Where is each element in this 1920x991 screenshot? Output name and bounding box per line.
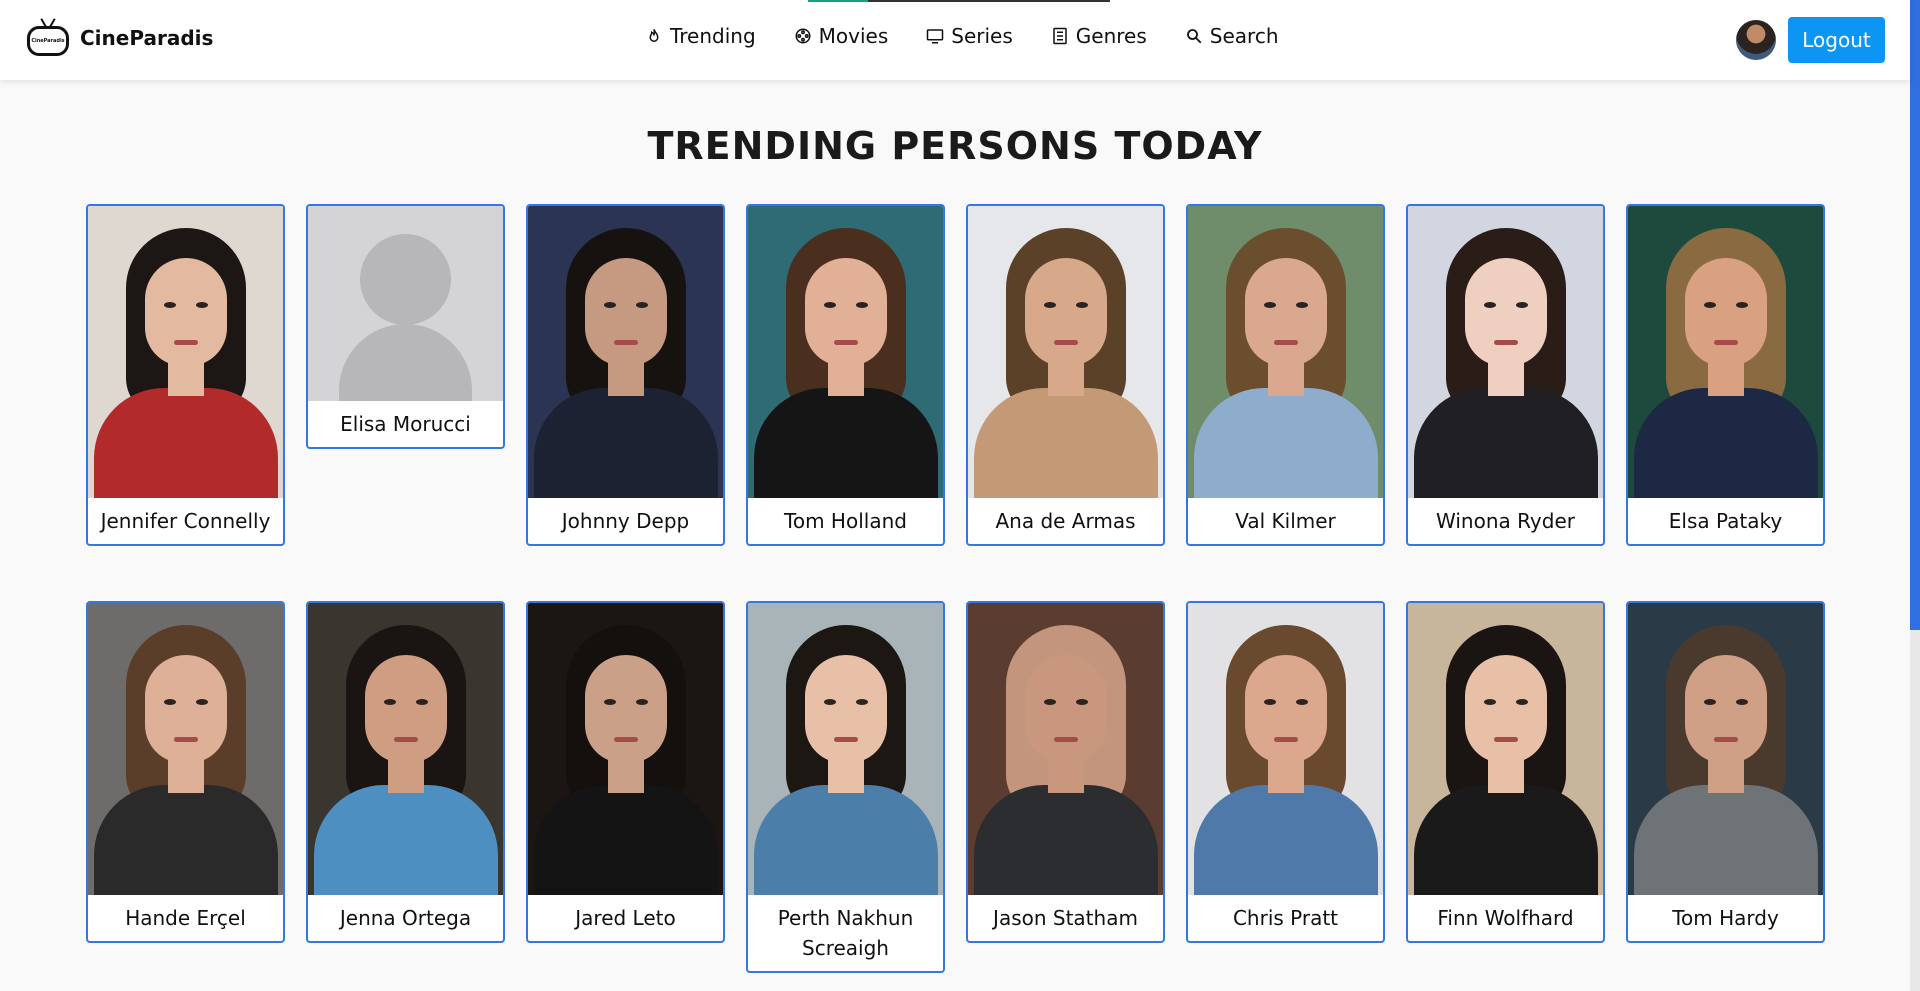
person-photo	[1188, 206, 1383, 498]
person-name: Jared Leto	[575, 906, 676, 930]
person-card[interactable]: Jennifer Connelly	[86, 204, 285, 546]
person-card[interactable]: Winona Ryder	[1406, 204, 1605, 546]
person-name: Ana de Armas	[995, 509, 1136, 533]
person-card[interactable]: Elsa Pataky	[1626, 204, 1825, 546]
person-card[interactable]: Jenna Ortega	[306, 601, 505, 943]
brand[interactable]: CineParadis CineParadis	[26, 18, 213, 58]
person-name: Jenna Ortega	[339, 906, 472, 930]
scrollbar-thumb[interactable]	[1910, 0, 1920, 630]
person-name: Johnny Depp	[561, 509, 690, 533]
person-photo	[88, 603, 283, 895]
person-photo	[748, 603, 943, 895]
person-photo	[968, 603, 1163, 895]
person-photo	[528, 603, 723, 895]
person-photo	[968, 206, 1163, 498]
nav-item-series[interactable]: Series	[926, 24, 1013, 48]
main-nav: Trending Movies Series Genres Search	[645, 24, 1279, 48]
person-card[interactable]: Hande Erçel	[86, 601, 285, 943]
person-name: Perth Nakhun Screaigh	[777, 906, 914, 960]
person-photo	[1628, 603, 1823, 895]
tv-icon	[927, 29, 944, 44]
person-photo	[748, 206, 943, 498]
nav-item-trending[interactable]: Trending	[645, 24, 756, 48]
person-photo	[1628, 206, 1823, 498]
person-card[interactable]: Val Kilmer	[1186, 204, 1385, 546]
person-name: Chris Pratt	[1232, 906, 1339, 930]
person-photo	[308, 603, 503, 895]
person-name: Val Kilmer	[1235, 509, 1336, 533]
person-card[interactable]: Jared Leto	[526, 601, 725, 943]
person-name: Hande Erçel	[125, 906, 246, 930]
top-navbar: CineParadis CineParadis Trending Movies …	[0, 0, 1910, 80]
person-name: Elsa Pataky	[1668, 509, 1783, 533]
person-name: Finn Wolfhard	[1437, 906, 1574, 930]
user-avatar[interactable]	[1736, 20, 1776, 60]
person-photo	[88, 206, 283, 498]
person-card[interactable]: Johnny Depp	[526, 204, 725, 546]
page-title: TRENDING PERSONS TODAY	[647, 124, 1263, 168]
nav-item-movies[interactable]: Movies	[794, 24, 888, 48]
person-name: Tom Hardy	[1672, 906, 1779, 930]
person-name: Elisa Morucci	[340, 412, 471, 436]
flame-icon	[649, 29, 659, 42]
person-card[interactable]: Ana de Armas	[966, 204, 1165, 546]
person-card[interactable]: Elisa Morucci	[306, 204, 505, 449]
person-photo	[1408, 603, 1603, 895]
search-icon	[1186, 29, 1202, 44]
person-placeholder-icon	[308, 206, 503, 401]
person-name: Jason Statham	[993, 906, 1138, 930]
person-card[interactable]: Jason Statham	[966, 601, 1165, 943]
nav-item-search[interactable]: Search	[1185, 24, 1279, 48]
tv-logo-icon: CineParadis	[26, 18, 70, 58]
person-name: Tom Holland	[784, 509, 907, 533]
person-card[interactable]: Perth Nakhun Screaigh	[746, 601, 945, 973]
film-reel-icon	[795, 28, 811, 44]
person-card[interactable]: Finn Wolfhard	[1406, 601, 1605, 943]
person-card[interactable]: Tom Holland	[746, 204, 945, 546]
nav-item-genres[interactable]: Genres	[1051, 24, 1147, 48]
top-progress-line	[808, 0, 1110, 2]
brand-name: CineParadis	[80, 26, 214, 50]
person-photo	[528, 206, 723, 498]
logout-button[interactable]: Logout	[1788, 17, 1885, 63]
person-card[interactable]: Tom Hardy	[1626, 601, 1825, 943]
person-name: Winona Ryder	[1436, 509, 1575, 533]
person-name: Jennifer Connelly	[100, 509, 271, 533]
list-icon	[1053, 27, 1067, 45]
person-photo	[1188, 603, 1383, 895]
person-photo	[1408, 206, 1603, 498]
person-card[interactable]: Chris Pratt	[1186, 601, 1385, 943]
